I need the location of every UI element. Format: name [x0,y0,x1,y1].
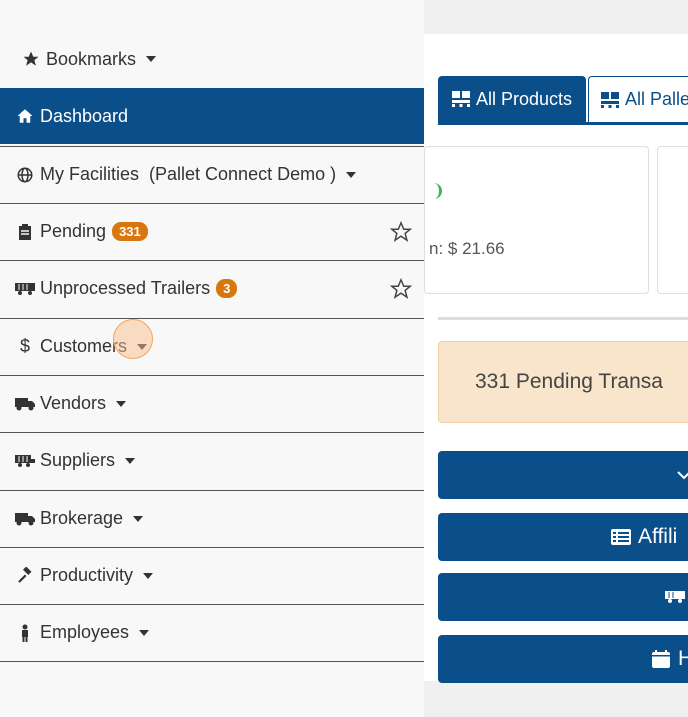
sidebar-item-customers[interactable]: $ Customers [0,318,424,374]
sidebar: Bookmarks Dashboard My Facilities (Palle… [0,0,424,717]
sidebar-item-label: Dashboard [40,105,129,126]
bookmarks-menu[interactable]: Bookmarks [0,32,424,86]
sidebar-item-partial[interactable] [0,661,424,717]
chevron-down-icon [676,464,688,486]
pending-transactions-alert[interactable]: 331 Pending Transa [438,341,688,423]
sidebar-item-dashboard[interactable]: Dashboard [0,88,424,144]
alert-text: 331 Pending Transa [475,370,663,393]
clipboard-icon [14,221,36,243]
sidebar-item-label: My Facilities (Pallet Connect Demo ) [40,164,337,184]
sidebar-item-label: Unprocessed Trailers [40,278,211,298]
star-icon [20,48,42,70]
sidebar-item-label: Pending [40,221,107,241]
list-icon [610,526,632,548]
dollar-icon: $ [19,336,30,356]
history-button[interactable]: H [438,635,688,683]
main-content: All Products All Palle n: $ 21.66 331 Pe… [424,34,688,683]
trailer-icon [14,278,36,300]
cursor-highlight [113,319,153,359]
chevron-down-icon [116,400,127,407]
pallet-icon [450,88,472,110]
sidebar-item-pending[interactable]: Pending 331 [0,203,424,259]
star-outline-icon[interactable] [389,220,413,243]
sidebar-item-productivity[interactable]: Productivity [0,547,424,603]
sidebar-item-label: Productivity [40,565,134,585]
trailer-icon [664,586,686,608]
chevron-down-icon [139,629,150,636]
divider [438,317,688,320]
home-icon [14,105,36,127]
truck-icon [14,393,36,415]
tab-all-pallets[interactable]: All Palle [588,76,688,122]
chevron-down-icon [143,572,154,579]
chevron-down-icon [125,457,136,464]
sidebar-item-suppliers[interactable]: Suppliers [0,432,424,488]
sidebar-item-my-facilities[interactable]: My Facilities (Pallet Connect Demo ) [0,146,424,202]
chevron-down-icon [146,56,157,62]
truck-icon [14,508,36,530]
tab-underline [438,122,688,125]
sidebar-item-unprocessed-trailers[interactable]: Unprocessed Trailers 3 [0,260,424,316]
button-label: Affili [638,525,678,548]
button-label: H [678,647,688,670]
sidebar-item-vendors[interactable]: Vendors [0,375,424,431]
pending-count-badge: 331 [112,222,148,241]
trailers-button[interactable] [438,573,688,621]
trailer-icon [14,450,36,472]
person-icon [14,622,36,644]
bookmarks-label: Bookmarks [46,48,137,69]
sidebar-item-label: Brokerage [40,508,124,528]
trailers-count-badge: 3 [216,279,238,298]
sidebar-item-employees[interactable]: Employees [0,604,424,660]
pallet-icon [599,89,621,111]
chevron-down-icon [346,171,357,178]
tab-label: All Products [476,88,573,109]
tab-all-products[interactable]: All Products [438,76,586,122]
summary-card-2 [657,146,688,294]
summary-card: n: $ 21.66 [424,146,649,294]
hammer-icon [14,565,36,587]
green-indicator-icon [429,183,442,199]
affiliates-button[interactable]: Affili [438,513,688,561]
globe-icon [14,164,36,186]
sidebar-item-label: Suppliers [40,450,116,470]
chevron-down-icon [133,515,144,522]
sidebar-item-label: Employees [40,622,130,642]
tab-label: All Palle [625,89,688,109]
action-button-1[interactable] [438,451,688,499]
sidebar-item-brokerage[interactable]: Brokerage [0,490,424,546]
card-value: n: $ 21.66 [429,239,505,258]
star-outline-icon[interactable] [389,277,413,300]
calendar-icon [650,648,672,670]
sidebar-item-label: Vendors [40,393,107,413]
